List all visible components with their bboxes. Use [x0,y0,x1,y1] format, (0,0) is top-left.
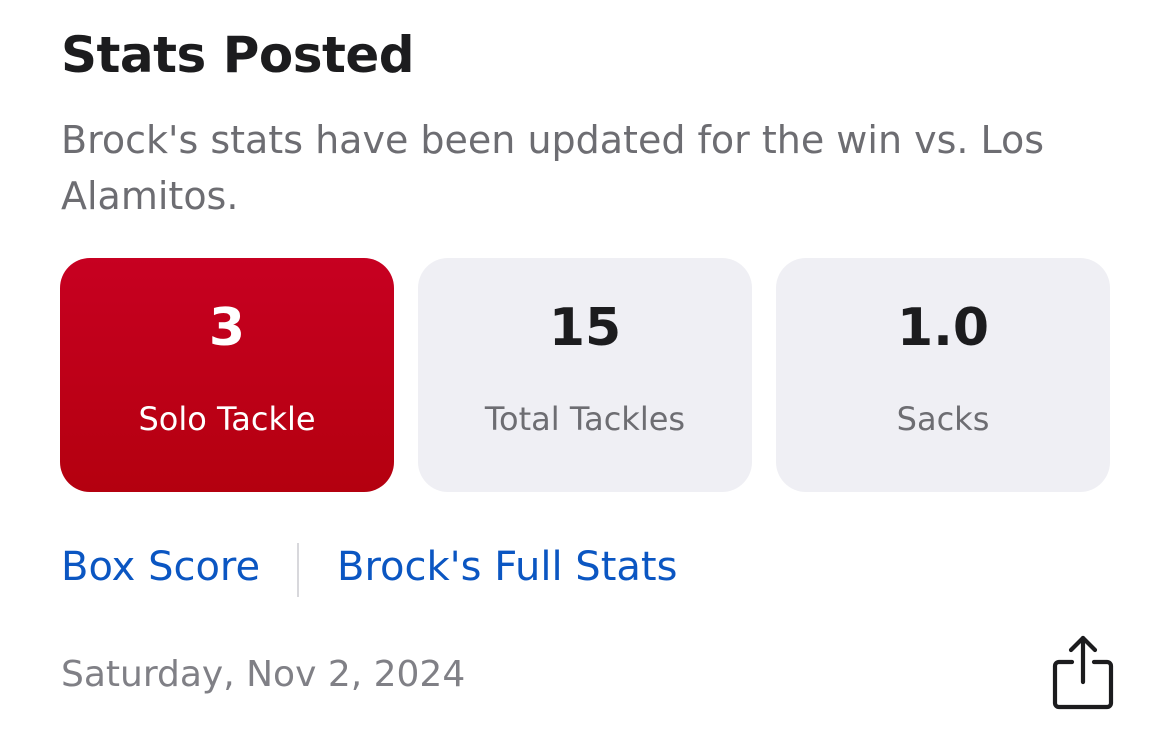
stat-card-solo-tackle[interactable]: 3 Solo Tackle [60,258,394,492]
share-button[interactable] [1050,632,1116,712]
link-divider [297,543,299,597]
post-date: Saturday, Nov 2, 2024 [61,654,466,695]
stat-label: Solo Tackle [138,400,316,438]
stats-description: Brock's stats have been updated for the … [61,118,1045,218]
stat-card-sacks[interactable]: 1.0 Sacks [776,258,1110,492]
stat-value: 3 [208,298,246,358]
stat-card-total-tackles[interactable]: 15 Total Tackles [418,258,752,492]
full-stats-link[interactable]: Brock's Full Stats [337,544,677,590]
box-score-link[interactable]: Box Score [61,544,260,590]
stat-label: Sacks [896,400,990,438]
stat-label: Total Tackles [484,400,686,438]
page-title: Stats Posted [61,26,415,84]
stat-value: 15 [548,298,622,358]
share-icon [1052,635,1114,710]
stats-row: 3 Solo Tackle 15 Total Tackles 1.0 Sacks [60,258,1110,492]
stat-value: 1.0 [896,298,990,358]
